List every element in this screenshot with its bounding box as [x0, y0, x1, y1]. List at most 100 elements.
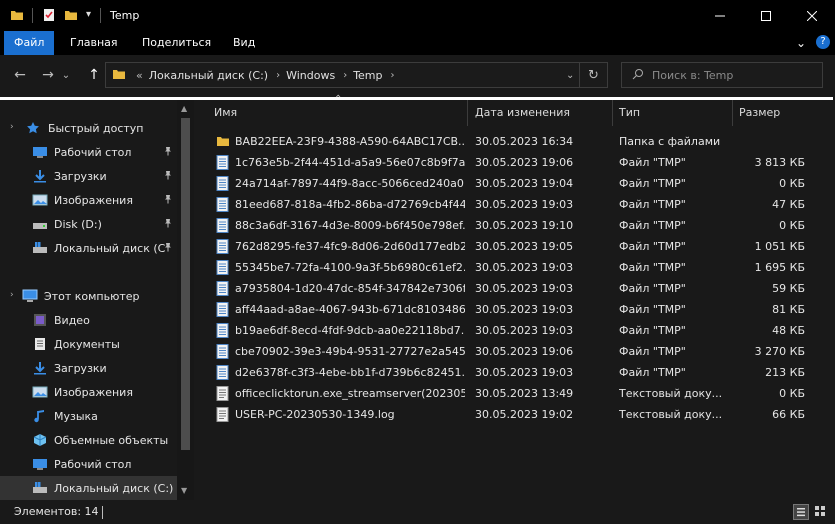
folder-icon[interactable]	[10, 8, 24, 25]
table-row[interactable]: 88c3a6df-3167-4d3e-8009-b6f450e798ef.t..…	[194, 215, 835, 236]
sidebar-item-label: Объемные объекты	[54, 433, 169, 447]
pin-icon[interactable]	[163, 146, 173, 159]
folder-icon	[216, 134, 229, 149]
scroll-down-icon[interactable]: ▼	[181, 486, 187, 495]
tab-view[interactable]: Вид	[223, 31, 265, 55]
sidebar-item[interactable]: Объемные объекты	[0, 428, 178, 452]
sidebar-item[interactable]: Изображения	[0, 380, 178, 404]
sidebar-item-label: Видео	[54, 313, 90, 327]
cell-size: 1 051 КБ	[754, 240, 805, 253]
sidebar-item-label: Локальный диск (C	[54, 241, 166, 255]
up-button[interactable]: ↑	[83, 65, 105, 85]
table-row[interactable]: officeclicktorun.exe_streamserver(202305…	[194, 383, 835, 404]
recent-locations-icon[interactable]: ⌄	[60, 65, 72, 85]
sidebar-item[interactable]: Disk (D:)	[0, 212, 178, 236]
sidebar-item[interactable]: Локальный диск (C	[0, 236, 178, 260]
table-row[interactable]: 24a714af-7897-44f9-8acc-5066ced240a0.t..…	[194, 173, 835, 194]
tab-home[interactable]: Главная	[60, 31, 128, 55]
pin-icon[interactable]	[163, 170, 173, 183]
pin-icon[interactable]	[163, 194, 173, 207]
navigation-pane: Быстрый доступ Рабочий стол Загрузки Изобра…	[0, 100, 194, 500]
nav-scrollbar[interactable]: ▲ ▼	[177, 100, 194, 500]
cell-size: 0 КБ	[779, 387, 805, 400]
breadcrumb-overflow[interactable]: «	[136, 69, 143, 82]
cell-size	[734, 131, 805, 152]
back-button[interactable]: ←	[9, 65, 31, 85]
chevron-down-icon[interactable]: ⌄	[796, 31, 806, 55]
table-row[interactable]: 81eed687-818a-4fb2-86ba-d72769cb4f44....…	[194, 194, 835, 215]
new-folder-icon[interactable]	[64, 8, 78, 25]
details-view-button[interactable]	[793, 504, 809, 520]
cell-size: 3 813 КБ	[754, 156, 805, 169]
scroll-up-icon[interactable]: ▲	[181, 104, 187, 113]
large-icons-view-icon	[815, 506, 825, 516]
forward-button[interactable]: →	[37, 65, 59, 85]
tmp-file-icon	[216, 155, 229, 170]
table-row[interactable]: cbe70902-39e3-49b4-9531-27727e2a5459....…	[194, 341, 835, 362]
breadcrumb-local-disk[interactable]: Локальный диск (C:)	[149, 69, 268, 82]
properties-icon[interactable]	[42, 8, 56, 25]
address-dropdown-icon[interactable]: ⌄	[566, 70, 574, 81]
column-header-type[interactable]: Тип	[613, 100, 732, 126]
sidebar-item[interactable]: Рабочий стол	[0, 452, 178, 476]
address-bar[interactable]: « Локальный диск (C:) › Windows › Temp ›…	[105, 62, 608, 88]
table-row[interactable]: 1c763e5b-2f44-451d-a5a9-56e07c8b9f7a....…	[194, 152, 835, 173]
divider	[102, 506, 103, 519]
sidebar-item[interactable]: Видео	[0, 308, 178, 332]
nav-scrollbar-thumb[interactable]	[181, 118, 190, 450]
chevron-right-icon[interactable]: ›	[10, 290, 14, 300]
table-row[interactable]: 55345be7-72fa-4100-9a3f-5b6980c61ef2.t..…	[194, 257, 835, 278]
cell-date: 30.05.2023 19:06	[475, 156, 574, 169]
table-row[interactable]: BAB22EEA-23F9-4388-A590-64ABC17CB... 30.0…	[194, 131, 835, 152]
table-row[interactable]: 762d8295-fe37-4fc9-8d06-2d60d177edb2....…	[194, 236, 835, 257]
pin-icon[interactable]	[163, 242, 173, 255]
window-title: Temp	[110, 9, 140, 22]
sidebar-item[interactable]: Этот компьютер	[0, 284, 178, 308]
search-input[interactable]: Поиск в: Temp	[621, 62, 823, 88]
breadcrumb-windows[interactable]: Windows	[286, 69, 335, 82]
breadcrumb-temp[interactable]: Temp	[353, 69, 382, 82]
cell-date: 30.05.2023 13:49	[475, 387, 574, 400]
breadcrumb-separator[interactable]: ›	[343, 70, 347, 81]
sidebar-item[interactable]: Загрузки	[0, 164, 178, 188]
sidebar-item-label: Документы	[54, 337, 120, 351]
sidebar-item[interactable]: Документы	[0, 332, 178, 356]
pin-icon[interactable]	[163, 218, 173, 231]
table-row[interactable]: a7935804-1d20-47dc-854f-347842e7306f.t..…	[194, 278, 835, 299]
sidebar-item[interactable]: Рабочий стол	[0, 140, 178, 164]
refresh-icon[interactable]: ↻	[588, 68, 599, 83]
column-header-date[interactable]: Дата изменения	[469, 100, 611, 126]
table-row[interactable]: aff44aad-a8ae-4067-943b-671dc8103486....…	[194, 299, 835, 320]
cell-date: 30.05.2023 19:03	[475, 282, 574, 295]
details-view-icon	[797, 508, 805, 517]
sidebar-item[interactable]: Быстрый доступ	[0, 116, 178, 140]
cell-name: 1c763e5b-2f44-451d-a5a9-56e07c8b9f7a....	[235, 156, 465, 169]
tab-file[interactable]: Файл	[4, 31, 55, 55]
table-row[interactable]: b19ae6df-8ecd-4fdf-9dcb-aa0e22118bd7....…	[194, 320, 835, 341]
breadcrumb-separator[interactable]: ›	[276, 70, 280, 81]
column-header-size[interactable]: Размер	[733, 100, 813, 126]
chevron-right-icon[interactable]: ›	[10, 122, 14, 132]
item-count: Элементов: 14	[14, 505, 99, 518]
help-icon[interactable]: ?	[816, 35, 830, 49]
large-icons-view-button[interactable]	[813, 504, 829, 520]
sidebar-item[interactable]: Загрузки	[0, 356, 178, 380]
table-row[interactable]: USER-PC-20230530-1349.log 30.05.2023 19:0…	[194, 404, 835, 425]
column-header-name[interactable]: Имя	[208, 100, 467, 126]
table-row[interactable]: d2e6378f-c3f3-4ebe-bb1f-d739b6c82451....…	[194, 362, 835, 383]
cell-date: 30.05.2023 19:03	[475, 324, 574, 337]
star-icon	[26, 121, 42, 135]
sidebar-item-label: Изображения	[54, 193, 133, 207]
title-bar: ▾ Temp	[0, 0, 835, 31]
sidebar-item[interactable]: Локальный диск (C:)	[0, 476, 178, 500]
minimize-button[interactable]	[697, 0, 743, 31]
breadcrumb-separator[interactable]: ›	[391, 70, 395, 81]
customize-toolbar-icon[interactable]: ▾	[86, 9, 91, 20]
sidebar-item[interactable]: Изображения	[0, 188, 178, 212]
cell-size: 0 КБ	[779, 177, 805, 190]
tab-share[interactable]: Поделиться	[132, 31, 221, 55]
close-button[interactable]	[789, 0, 835, 31]
sidebar-item[interactable]: Музыка	[0, 404, 178, 428]
column-divider[interactable]	[467, 100, 468, 126]
maximize-button[interactable]	[743, 0, 789, 31]
